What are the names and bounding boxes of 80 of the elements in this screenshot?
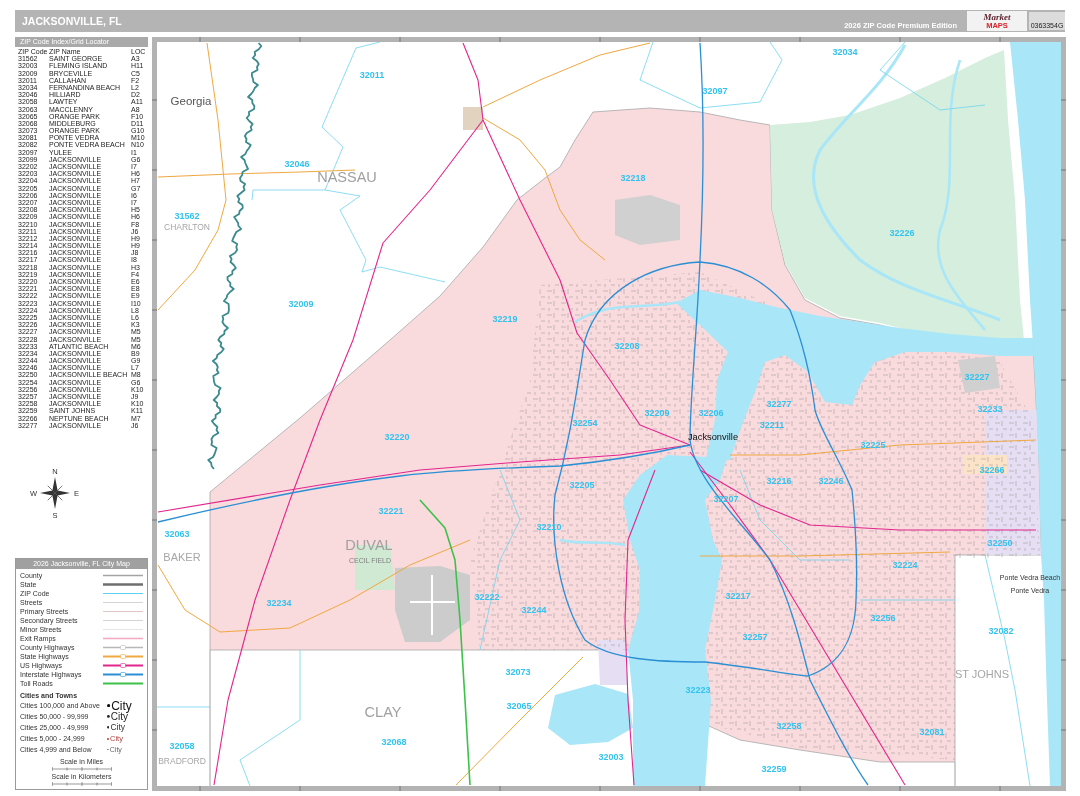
zip-code: 32225 (860, 440, 886, 450)
city-sample: City (111, 699, 132, 712)
city-name: Jacksonville (687, 433, 739, 443)
zip-code: 32073 (505, 667, 531, 677)
zip-code: 32058 (169, 741, 195, 751)
zip-code: 32220 (384, 432, 410, 442)
zip-code: 32217 (725, 591, 751, 601)
county-name: ST JOHNS (954, 668, 1010, 680)
zip-code: 32266 (979, 465, 1005, 475)
zip-code: 32259 (761, 764, 787, 774)
zip-code: 32258 (776, 721, 802, 731)
county-name: BAKER (163, 551, 201, 563)
zip-code: 32209 (644, 408, 670, 418)
zip-code: 32218 (620, 173, 646, 183)
state-name: Georgia (170, 96, 212, 108)
zip-code: 32065 (506, 701, 532, 711)
naval-base-area (958, 356, 1000, 393)
toll-road-line-icon (103, 681, 143, 686)
zip-code: 32234 (266, 598, 292, 608)
zip-code: 32034 (832, 47, 858, 57)
zip-code: 32208 (614, 341, 640, 351)
highway-line-icon (103, 672, 143, 677)
zip-code: 32011 (359, 70, 385, 80)
zip-code: 32009 (288, 299, 314, 309)
town-area (463, 107, 483, 130)
city-dot-icon (107, 703, 111, 708)
zip-code: 32216 (766, 476, 792, 486)
zip-code: 32097 (702, 86, 728, 96)
highway-line-icon (103, 645, 143, 650)
zip-code: 32211 (759, 420, 785, 430)
map-title: JACKSONVILLE, FL (21, 15, 122, 27)
zip-code: 32226 (889, 228, 915, 238)
county-line-icon (103, 573, 143, 578)
scale-bar-icon (51, 767, 112, 771)
zip-code: 32223 (685, 685, 711, 695)
zip-code: 32046 (284, 159, 310, 169)
runway-drawing (409, 574, 456, 636)
county-name: BRADFORD (158, 756, 206, 766)
zip-code: 32063 (164, 529, 190, 539)
zip-code: 32003 (598, 752, 624, 762)
zip-code: 32221 (378, 506, 404, 516)
ramp-line-icon (103, 636, 143, 641)
creek-line (559, 538, 626, 547)
city-dot-icon (107, 715, 110, 718)
zip-code: 32206 (698, 408, 724, 418)
zip-code: 32246 (818, 476, 844, 486)
airport-area (615, 195, 680, 245)
zip-line-icon (103, 591, 143, 596)
zip-code: 32082 (988, 626, 1014, 636)
highway-line-icon (103, 663, 143, 668)
street-line-icon (103, 618, 143, 623)
zip-boundary-line (156, 706, 211, 708)
zip-code: 32256 (870, 613, 896, 623)
zip-code: 32222 (474, 592, 500, 602)
highway-line-icon (103, 654, 143, 659)
city-sample: City (110, 711, 129, 722)
city-dot-icon (107, 726, 110, 729)
zip-code: 31562 (174, 211, 200, 221)
zip-code: 32250 (987, 538, 1013, 548)
zip-code: 32081 (919, 727, 945, 737)
county-name: CLAY (364, 704, 402, 720)
zip-code: 32244 (521, 605, 547, 615)
state-line-icon (103, 582, 143, 587)
zip-code: 32233 (977, 404, 1003, 414)
zip-code: 32257 (742, 632, 768, 642)
county-name: DUVAL (345, 537, 393, 553)
scale-bar-icon (51, 782, 112, 786)
zip-code: 32224 (892, 560, 918, 570)
zip-code: 32277 (766, 399, 792, 409)
zip-code: 32205 (569, 480, 595, 490)
county-name: CHARLTON (164, 222, 210, 232)
zip-code: 32219 (492, 314, 518, 324)
street-line-icon (103, 627, 143, 632)
zip-code: 32227 (964, 372, 990, 382)
street-line-icon (103, 600, 143, 605)
city-sample: City (110, 723, 126, 732)
zip-code: 32068 (381, 737, 407, 747)
zip-code: 32254 (572, 418, 598, 428)
street-line-icon (103, 609, 143, 614)
logo-word: Market (983, 12, 1011, 22)
